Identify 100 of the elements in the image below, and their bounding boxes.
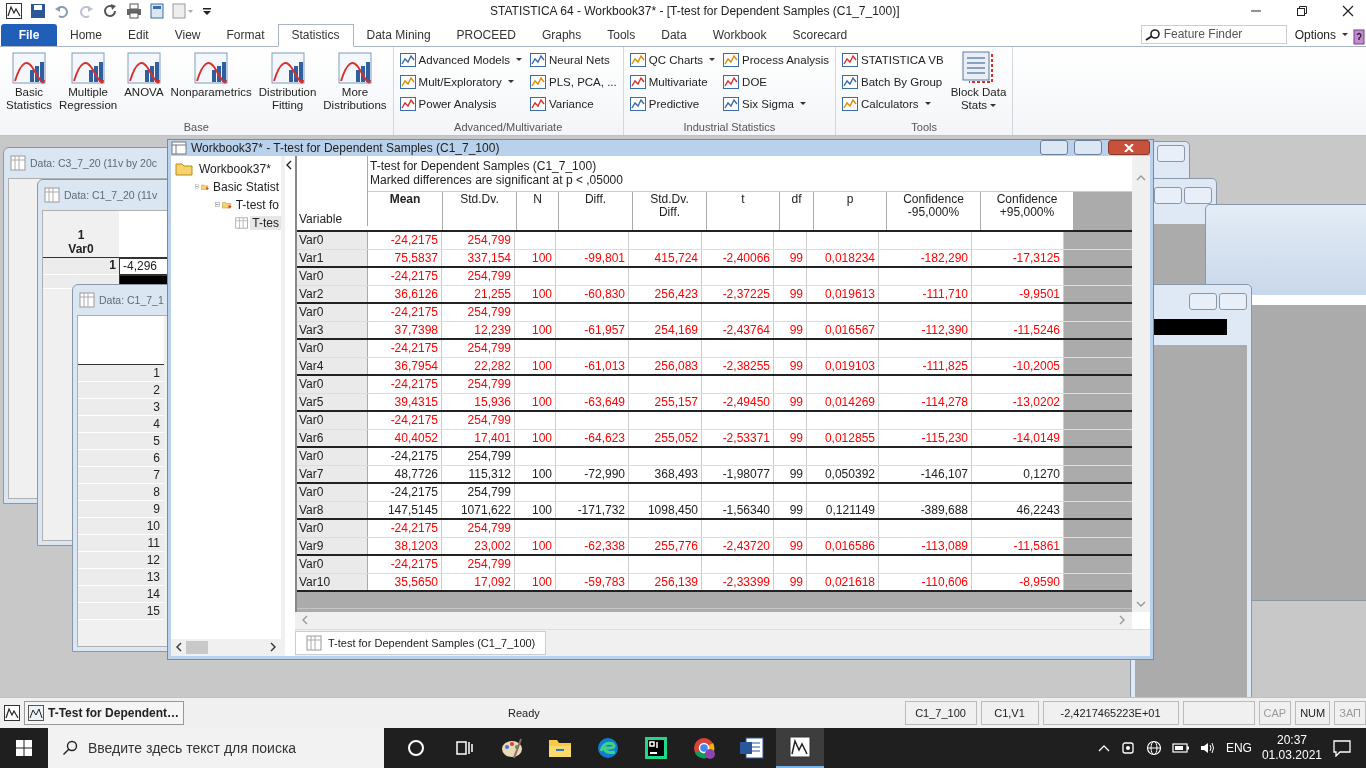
maximize-button[interactable]: [1154, 186, 1182, 204]
ribbon-button[interactable]: Mult/Exploratory: [397, 71, 524, 92]
file-tab[interactable]: File: [1, 23, 57, 46]
ribbon-button[interactable]: Advanced Models: [397, 49, 524, 70]
folder-icon: [548, 737, 572, 759]
ribbon-button[interactable]: More Distributions: [321, 49, 389, 121]
close-button[interactable]: [1108, 140, 1150, 156]
notification-icon[interactable]: [1332, 739, 1352, 757]
clock-date[interactable]: 01.03.2021: [1261, 748, 1322, 763]
taskbar-button[interactable]: [776, 728, 824, 768]
task-view-icon: [454, 738, 474, 758]
table-cell: -113,089: [879, 537, 972, 554]
ribbon-button[interactable]: ANOVA: [122, 49, 166, 121]
ribbon-tab[interactable]: Format: [213, 24, 278, 46]
search-field[interactable]: Введите здесь текст для поиска: [48, 728, 384, 768]
window-button[interactable]: T-Test for Dependent…: [24, 701, 184, 725]
ribbon-button[interactable]: Six Sigma: [721, 93, 832, 114]
table-cell: 99: [774, 249, 807, 266]
table-cell: 23,002: [442, 537, 515, 554]
chart-icon: [530, 95, 546, 112]
ribbon-tab[interactable]: Data: [648, 24, 700, 46]
table-cell: 75,5837: [368, 249, 442, 266]
table-cell: -114,278: [879, 393, 972, 410]
spreadsheet-icon: [306, 634, 322, 651]
ribbon-tab[interactable]: Workbook: [699, 24, 780, 46]
ribbon-button[interactable]: Process Analysis: [721, 49, 832, 70]
chart-icon: [842, 73, 859, 90]
spreadsheet-icon: [79, 291, 95, 308]
ribbon-button[interactable]: Distribution Fitting: [256, 49, 319, 121]
ribbon-tab[interactable]: Graphs: [528, 24, 595, 46]
table-cell: 100: [515, 285, 556, 302]
column-header: Mean: [368, 191, 443, 230]
ribbon-tab[interactable]: Scorecard: [779, 24, 861, 46]
chevron-right-icon[interactable]: [269, 642, 277, 653]
undo-icon[interactable]: [54, 3, 70, 19]
sheet-tab[interactable]: T-test for Dependent Samples (C1_7_100): [295, 630, 547, 655]
tree-item[interactable]: Workbook37*: [197, 161, 273, 176]
ribbon-tab[interactable]: Data Mining: [353, 24, 444, 46]
maximize-button[interactable]: [1189, 292, 1217, 310]
table-cell: -24,2175: [368, 267, 442, 285]
tree-item[interactable]: T-tes: [250, 215, 281, 230]
ribbon-button[interactable]: Power Analysis: [397, 93, 524, 114]
ribbon-button[interactable]: DOE: [721, 71, 832, 92]
chevron-left-icon[interactable]: [175, 642, 183, 653]
calculator-icon[interactable]: [150, 3, 164, 19]
ribbon-button[interactable]: QC Charts: [627, 49, 718, 70]
ribbon-tab[interactable]: View: [161, 24, 214, 46]
ribbon-button[interactable]: Predictive: [627, 93, 718, 114]
ribbon-tab[interactable]: Edit: [115, 24, 162, 46]
table-cell: 147,5145: [368, 501, 442, 518]
table-cell: -1,56340: [702, 501, 774, 518]
column-header: Diff.: [559, 191, 633, 230]
ribbon-button[interactable]: Basic Statistics: [4, 49, 54, 121]
ribbon-button[interactable]: STATISTICA VB: [840, 49, 946, 70]
battery-icon[interactable]: [1171, 742, 1190, 754]
collapse-icon[interactable]: [285, 159, 293, 170]
restore-icon[interactable]: [1296, 5, 1308, 17]
ribbon-button[interactable]: Nonparametrics: [168, 49, 254, 121]
ribbon-button[interactable]: Neural Nets: [528, 49, 619, 70]
table-cell: 15,936: [442, 393, 515, 410]
ribbon-button[interactable]: Variance: [528, 93, 619, 114]
scroll-thumb[interactable]: [186, 640, 208, 654]
app-icon[interactable]: [6, 3, 22, 19]
globe-icon[interactable]: [1145, 740, 1162, 756]
column-header: Std.Dv.: [443, 191, 517, 230]
tree-item[interactable]: T-test fo: [233, 197, 281, 212]
table-cell: -99,801: [556, 249, 629, 266]
close-icon[interactable]: [1342, 5, 1354, 17]
speaker-icon[interactable]: [1199, 741, 1216, 755]
help-icon[interactable]: [1352, 27, 1366, 46]
ribbon-tab[interactable]: Statistics: [277, 23, 354, 47]
maximize-button[interactable]: [1074, 140, 1102, 156]
tray-icon[interactable]: [1119, 741, 1136, 755]
language-indicator[interactable]: ENG: [1225, 741, 1252, 755]
tree-item[interactable]: Basic Statist: [210, 179, 281, 194]
chart-icon: [842, 51, 859, 68]
browser-icon: [692, 736, 716, 760]
search-field[interactable]: Feature Finder: [1140, 24, 1287, 44]
ribbon-button[interactable]: Multivariate: [627, 71, 718, 92]
ribbon-button[interactable]: Multiple Regression: [57, 49, 120, 121]
app-icon[interactable]: [4, 705, 20, 721]
save-icon[interactable]: [30, 3, 46, 19]
ribbon-button[interactable]: Batch By Group: [840, 71, 946, 92]
table-cell: 100: [515, 429, 556, 446]
table-cell: -115,230: [879, 429, 972, 446]
table-cell: -111,710: [879, 285, 972, 302]
ribbon-button[interactable]: Block Data Stats: [948, 49, 1009, 121]
print-icon[interactable]: [126, 3, 142, 19]
windows-start-icon[interactable]: [16, 740, 32, 756]
minimize-button[interactable]: [1040, 140, 1068, 156]
ribbon-tab[interactable]: PROCEED: [443, 24, 529, 46]
options-button[interactable]: Options: [1294, 27, 1348, 42]
ribbon-button[interactable]: Calculators: [840, 93, 946, 114]
ribbon-tab[interactable]: Tools: [594, 24, 649, 46]
ribbon-tab[interactable]: Home: [57, 24, 115, 46]
ribbon-button[interactable]: PLS, PCA, ...: [528, 71, 619, 92]
clock-time[interactable]: 20:37: [1276, 733, 1307, 748]
table-cell: 254,799: [442, 519, 515, 537]
table-cell: 254,799: [442, 267, 515, 285]
refresh-icon[interactable]: [102, 3, 118, 19]
